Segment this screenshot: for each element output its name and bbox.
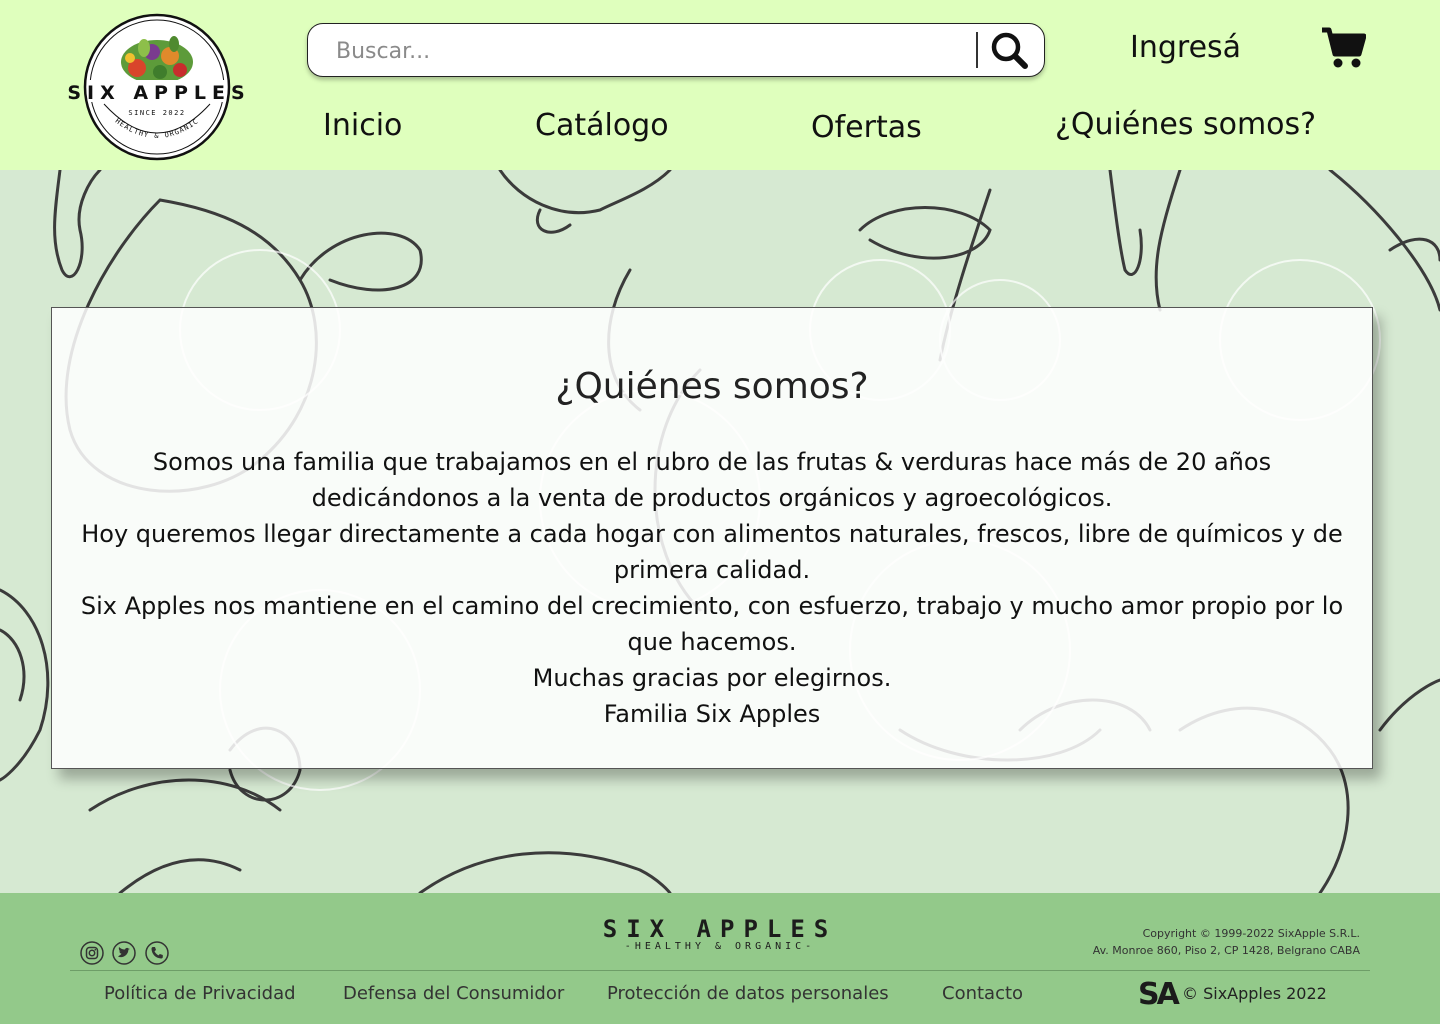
footer-logo[interactable]: SIX APPLES -HEALTHY & ORGANIC-: [560, 915, 880, 955]
nav-catalogo[interactable]: Catálogo: [535, 108, 669, 143]
search-input[interactable]: [336, 34, 966, 68]
site-footer: SIX APPLES -HEALTHY & ORGANIC- Copyright…: [0, 893, 1440, 1024]
about-signature: Familia Six Apples: [603, 700, 821, 728]
nav-inicio[interactable]: Inicio: [323, 108, 402, 143]
about-us-card: ¿Quiénes somos? Somos una familia que tr…: [51, 307, 1373, 769]
contact-link[interactable]: Contacto: [942, 983, 1023, 1004]
search-divider: [976, 32, 978, 68]
about-line: que hacemos.: [627, 628, 797, 656]
login-link[interactable]: Ingresá: [1130, 30, 1241, 65]
cart-icon[interactable]: [1320, 26, 1366, 70]
sa-mark: SA: [1138, 977, 1180, 1012]
nav-quienes-somos[interactable]: ¿Quiénes somos?: [1055, 107, 1316, 142]
search-bar: [307, 23, 1045, 77]
footer-divider: [70, 970, 1370, 971]
about-line: primera calidad.: [613, 556, 811, 584]
consumer-defense-link[interactable]: Defensa del Consumidor: [343, 983, 564, 1004]
instagram-icon[interactable]: [80, 941, 104, 965]
logo-since: SINCE 2022: [128, 109, 185, 117]
phone-icon[interactable]: [145, 941, 169, 965]
copyright-line: Copyright © 1999-2022 SixApple S.R.L.: [1142, 927, 1360, 940]
search-icon[interactable]: [988, 30, 1032, 70]
address-line: Av. Monroe 860, Piso 2, CP 1428, Belgran…: [1092, 944, 1360, 957]
about-line: Muchas gracias por elegirnos.: [532, 664, 892, 692]
footer-brand: SIX APPLES: [602, 915, 838, 943]
privacy-policy-link[interactable]: Política de Privacidad: [104, 983, 296, 1004]
about-line: Somos una familia que trabajamos en el r…: [152, 448, 1272, 476]
logo-brand: SIX APPLES: [67, 82, 251, 104]
page-title: ¿Quiénes somos?: [555, 366, 869, 407]
footer-copyright: Copyright © 1999-2022 SixApple S.R.L. Av…: [1093, 925, 1360, 959]
about-line: Hoy queremos llegar directamente a cada …: [81, 520, 1343, 548]
twitter-icon[interactable]: [112, 941, 136, 965]
sa-copyright: © SixApples 2022: [1182, 984, 1327, 1003]
data-protection-link[interactable]: Protección de datos personales: [607, 983, 889, 1004]
nav-ofertas[interactable]: Ofertas: [811, 110, 922, 145]
about-line: dedicándonos a la venta de productos org…: [311, 484, 1113, 512]
site-header: SINCE 2022 HEALTHY & ORGANIC SIX APPLES …: [0, 0, 1440, 170]
about-us-text: Somos una familia que trabajamos en el r…: [72, 444, 1352, 732]
about-line: Six Apples nos mantiene en el camino del…: [80, 592, 1344, 620]
